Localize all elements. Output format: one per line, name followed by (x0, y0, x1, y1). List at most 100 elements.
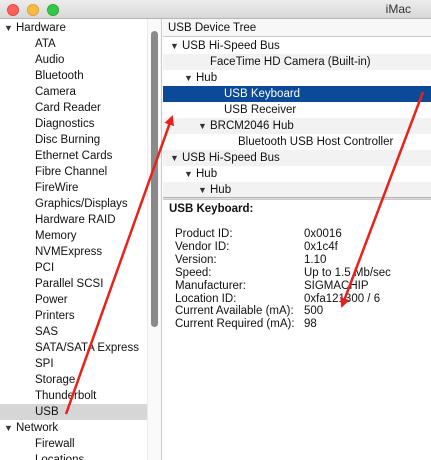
property-label: Product ID: (175, 228, 233, 240)
sidebar-item-disc-burning[interactable]: Disc Burning (0, 132, 147, 148)
disclosure-triangle-icon[interactable]: ▼ (4, 420, 16, 436)
sidebar-item-card-reader[interactable]: Card Reader (0, 100, 147, 116)
sidebar-item-storage[interactable]: Storage (0, 372, 147, 388)
detail-pane: USB Keyboard: Product ID: 0x0016 Vendor ID… (163, 200, 431, 460)
sidebar-item-label: Storage (35, 374, 76, 386)
disclosure-triangle-icon[interactable]: ▼ (170, 150, 182, 166)
tree-row-label: Hub (196, 168, 218, 180)
property-label: Manufacturer: (175, 279, 246, 292)
minimize-window-button[interactable] (27, 4, 39, 16)
tree-row-facetime-hd-camera-built-in[interactable]: FaceTime HD Camera (Built-in) (163, 54, 431, 70)
tree-row-label: Bluetooth USB Host Controller (238, 136, 394, 148)
sidebar-item-nvmexpress[interactable]: NVMExpress (0, 244, 147, 260)
sidebar-item-label: Network (16, 422, 59, 434)
sidebar-item-label: SPI (35, 358, 54, 370)
sidebar-item-audio[interactable]: Audio (0, 52, 147, 68)
sidebar-item-firewall[interactable]: Firewall (0, 436, 147, 452)
sidebar-item-label: SATA/SATA Express (35, 342, 139, 354)
close-window-button[interactable] (7, 4, 19, 16)
sidebar-item-graphics-displays[interactable]: Graphics/Displays (0, 196, 147, 212)
sidebar-group-hardware[interactable]: ▼ Hardware (0, 20, 147, 36)
sidebar-item-label: Disc Burning (35, 134, 101, 146)
disclosure-triangle-icon[interactable]: ▼ (184, 166, 196, 182)
sidebar-item-label: Locations (35, 454, 85, 460)
window-title: iMac (385, 2, 411, 16)
sidebar: ▼ Hardware ATA Audio Bluetooth Camera Card Rea… (0, 19, 162, 460)
tree-row-label: USB Hi-Speed Bus (182, 40, 280, 52)
property-label: Location ID: (175, 292, 237, 305)
disclosure-triangle-icon[interactable]: ▼ (184, 70, 196, 86)
tree-row-usb-keyboard[interactable]: USB Keyboard (163, 86, 431, 102)
tree-header: USB Device Tree (163, 19, 431, 37)
sidebar-item-label: FireWire (35, 182, 79, 194)
property-value: SIGMACHIP (304, 279, 369, 292)
sidebar-item-label: Hardware (16, 22, 66, 34)
tree-row-label: USB Receiver (224, 104, 297, 116)
sidebar-item-thunderbolt[interactable]: Thunderbolt (0, 388, 147, 404)
sidebar-item-label: Ethernet Cards (35, 150, 113, 162)
tree-row-usb-hi-speed-bus[interactable]: ▼ USB Hi-Speed Bus (163, 150, 431, 166)
property-label: Version: (175, 253, 217, 266)
sidebar-item-firewire[interactable]: FireWire (0, 180, 147, 196)
sidebar-item-label: Camera (35, 86, 76, 98)
tree-row-label: FaceTime HD Camera (Built-in) (210, 56, 371, 68)
sidebar-item-camera[interactable]: Camera (0, 84, 147, 100)
tree-row-label: USB Keyboard (224, 88, 301, 100)
sidebar-scrollbar-thumb[interactable] (151, 31, 158, 327)
disclosure-triangle-icon[interactable]: ▼ (170, 38, 182, 54)
tree-row-usb-hi-speed-bus[interactable]: ▼ USB Hi-Speed Bus (163, 38, 431, 54)
tree-row-hub[interactable]: ▼ Hub (163, 182, 431, 197)
tree-row-label: Hub (196, 72, 218, 84)
sidebar-item-locations[interactable]: Locations (0, 452, 147, 460)
sidebar-item-memory[interactable]: Memory (0, 228, 147, 244)
sidebar-item-label: Graphics/Displays (35, 198, 128, 210)
sidebar-item-label: Memory (35, 230, 77, 242)
sidebar-item-label: USB (35, 406, 59, 418)
sidebar-item-label: Hardware RAID (35, 214, 116, 226)
sidebar-item-label: Firewall (35, 438, 75, 450)
sidebar-item-parallel-scsi[interactable]: Parallel SCSI (0, 276, 147, 292)
tree-row-brcm2046-hub[interactable]: ▼ BRCM2046 Hub (163, 118, 431, 134)
sidebar-item-power[interactable]: Power (0, 292, 147, 308)
sidebar-item-diagnostics[interactable]: Diagnostics (0, 116, 147, 132)
sidebar-item-sas[interactable]: SAS (0, 324, 147, 340)
property-label: Current Required (mA): (175, 318, 295, 331)
sidebar-item-ethernet-cards[interactable]: Ethernet Cards (0, 148, 147, 164)
tree-row-usb-receiver[interactable]: USB Receiver (163, 102, 431, 118)
property-value: 1.10 (304, 253, 327, 266)
sidebar-item-fibre-channel[interactable]: Fibre Channel (0, 164, 147, 180)
disclosure-triangle-icon[interactable]: ▼ (198, 182, 210, 197)
disclosure-triangle-icon[interactable]: ▼ (198, 118, 210, 134)
disclosure-triangle-icon[interactable]: ▼ (4, 20, 16, 36)
sidebar-group-network[interactable]: ▼ Network (0, 420, 147, 436)
tree-row-hub[interactable]: ▼ Hub (163, 166, 431, 182)
sidebar-item-label: Parallel SCSI (35, 278, 104, 290)
tree-row-bluetooth-usb-host-controller[interactable]: Bluetooth USB Host Controller (163, 134, 431, 150)
sidebar-item-sata-sata-express[interactable]: SATA/SATA Express (0, 340, 147, 356)
sidebar-item-label: Card Reader (35, 102, 101, 114)
property-label: Vendor ID: (175, 240, 230, 253)
detail-title: USB Keyboard: (169, 203, 254, 215)
tree-row-label: USB Hi-Speed Bus (182, 152, 280, 164)
property-value: 0x1c4f (304, 240, 338, 253)
sidebar-item-ata[interactable]: ATA (0, 36, 147, 52)
property-value: 500 (304, 305, 324, 318)
sidebar-item-label: Audio (35, 54, 65, 66)
property-value: Up to 1.5 Mb/sec (304, 266, 391, 279)
sidebar-item-label: Printers (35, 310, 75, 322)
sidebar-item-label: Fibre Channel (35, 166, 108, 178)
property-value: 98 (304, 318, 317, 331)
zoom-window-button[interactable] (47, 4, 59, 16)
sidebar-item-pci[interactable]: PCI (0, 260, 147, 276)
property-label: Current Available (mA): (175, 305, 294, 318)
sidebar-item-hardware-raid[interactable]: Hardware RAID (0, 212, 147, 228)
property-value: 0x0016 (304, 228, 342, 240)
sidebar-item-label: SAS (35, 326, 59, 338)
sidebar-item-usb[interactable]: USB (0, 404, 147, 420)
sidebar-item-label: Power (35, 294, 68, 306)
sidebar-item-bluetooth[interactable]: Bluetooth (0, 68, 147, 84)
property-label: Speed: (175, 266, 212, 279)
sidebar-item-spi[interactable]: SPI (0, 356, 147, 372)
tree-row-hub[interactable]: ▼ Hub (163, 70, 431, 86)
sidebar-item-printers[interactable]: Printers (0, 308, 147, 324)
